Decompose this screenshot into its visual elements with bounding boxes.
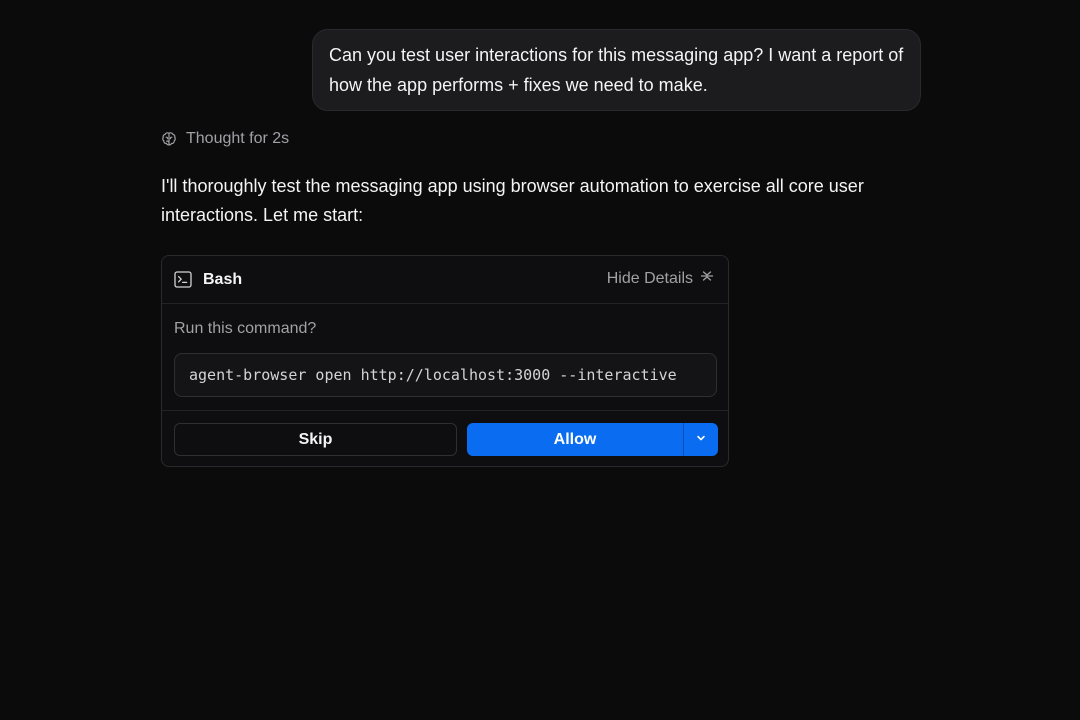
command-box: agent-browser open http://localhost:3000… [174,353,717,397]
card-title: Bash [203,271,243,288]
assistant-message: I'll thoroughly test the messaging app u… [161,176,864,225]
chevron-down-icon [695,431,707,449]
collapse-icon [700,269,714,288]
allow-button-group: Allow [467,423,718,456]
chat-page: Can you test user interactions for this … [0,0,1080,720]
hide-details-button[interactable]: Hide Details [607,269,714,288]
run-command-prompt: Run this command? [174,320,317,337]
allow-button[interactable]: Allow [467,423,683,456]
allow-options-dropdown[interactable] [684,423,718,456]
thought-indicator[interactable]: Thought for 2s [161,128,289,150]
bash-tool-card: Bash Hide Details Run this command? agen… [161,255,729,467]
user-message-bubble: Can you test user interactions for this … [312,29,921,111]
skip-button[interactable]: Skip [174,423,457,456]
card-divider [162,410,728,411]
user-message-text: Can you test user interactions for this … [329,45,904,95]
hide-details-label: Hide Details [606,269,693,287]
command-text: agent-browser open http://localhost:3000… [189,366,677,384]
brain-icon [161,131,177,147]
terminal-icon [174,271,192,293]
card-header: Bash Hide Details [162,256,728,304]
thought-label: Thought for 2s [186,130,290,147]
